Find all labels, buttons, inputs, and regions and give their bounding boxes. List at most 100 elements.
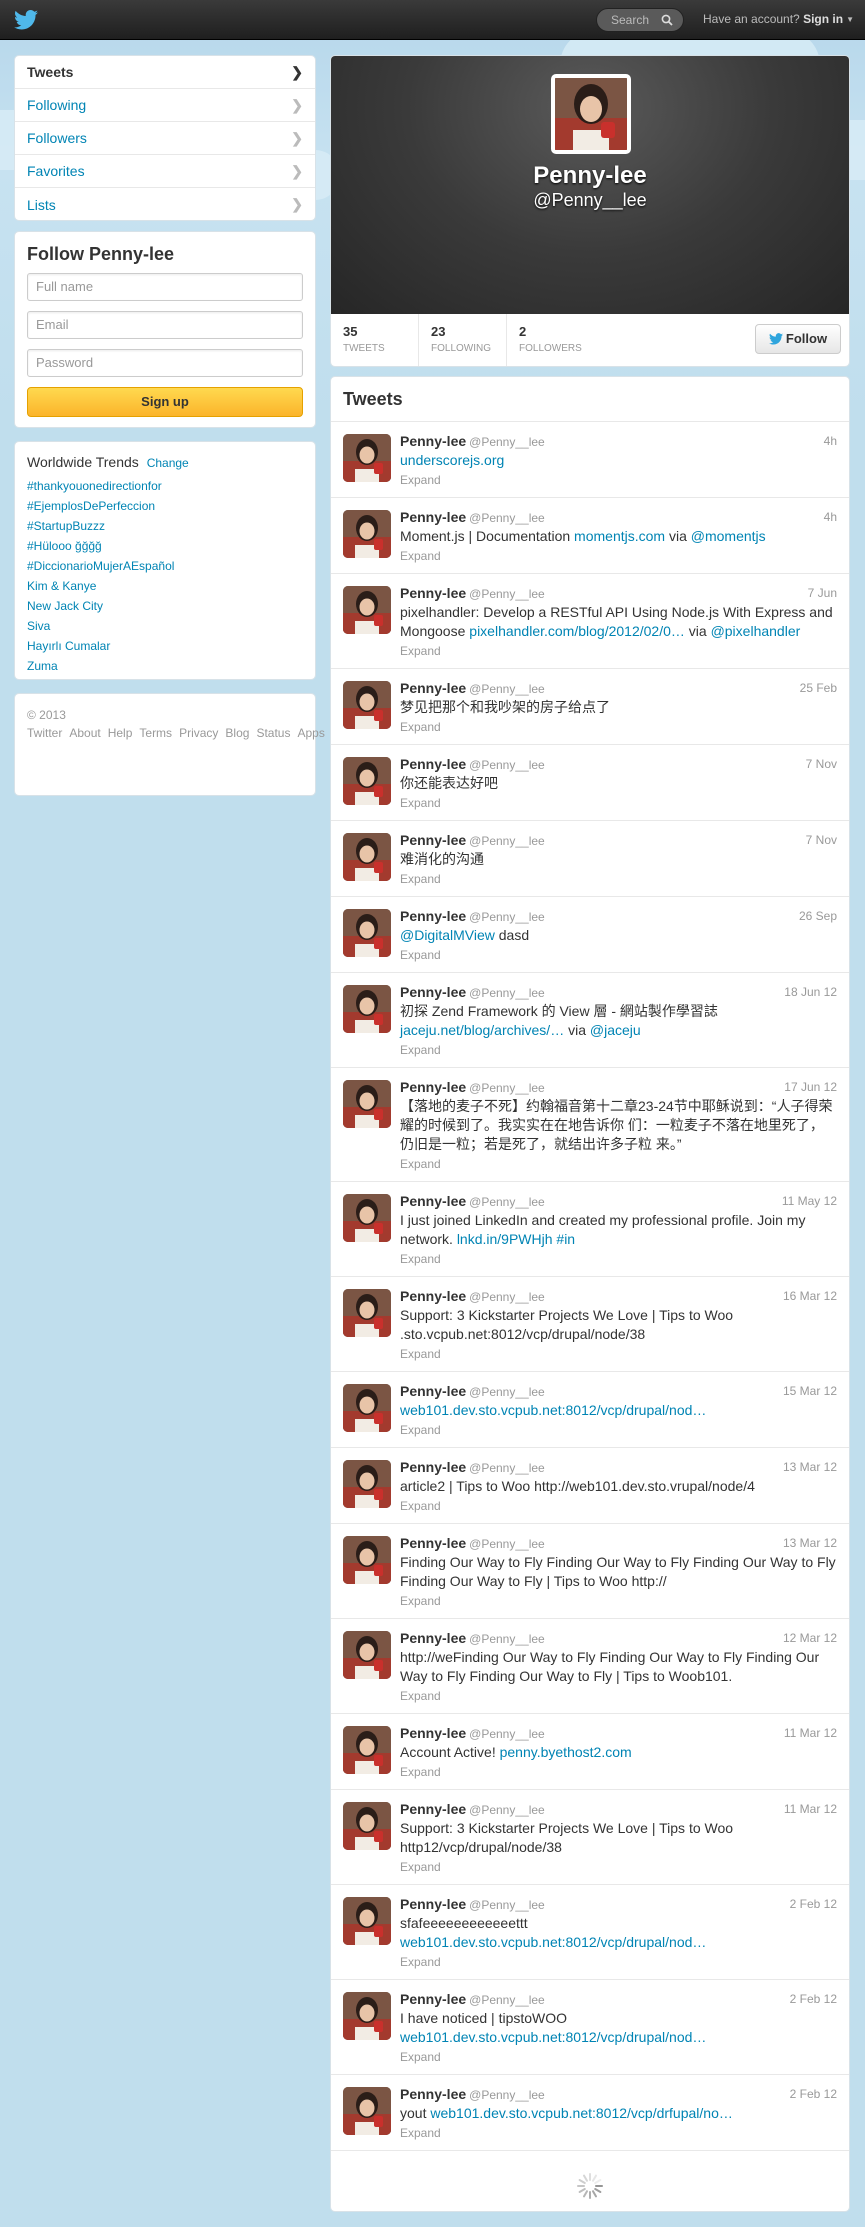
tweet-author-name[interactable]: Penny-lee <box>400 680 466 696</box>
tweet-expand-link[interactable]: Expand <box>400 1252 837 1266</box>
tweet-item[interactable]: Penny-lee @Penny__lee 2 Feb 12 sfafeeeeeeee… <box>331 1885 849 1980</box>
footer-link[interactable]: Apps <box>297 726 324 740</box>
tweet-timestamp[interactable]: 7 Nov <box>806 757 837 771</box>
tweet-expand-link[interactable]: Expand <box>400 1423 837 1437</box>
tweet-author-handle[interactable]: @Penny__lee <box>469 1727 545 1741</box>
tweet-item[interactable]: Penny-lee @Penny__lee 11 Mar 12 Account Act… <box>331 1714 849 1790</box>
tweet-timestamp[interactable]: 15 Mar 12 <box>783 1384 837 1398</box>
tweet-item[interactable]: Penny-lee @Penny__lee 2 Feb 12 I have notic… <box>331 1980 849 2075</box>
tweet-author-name[interactable]: Penny-lee <box>400 1383 466 1399</box>
tweet-timestamp[interactable]: 4h <box>824 510 837 524</box>
twitter-bird-icon[interactable] <box>14 9 38 31</box>
tweet-timestamp[interactable]: 16 Mar 12 <box>783 1289 837 1303</box>
tweet-author-handle[interactable]: @Penny__lee <box>469 682 545 696</box>
tweet-expand-link[interactable]: Expand <box>400 473 837 487</box>
tweet-expand-link[interactable]: Expand <box>400 1594 837 1608</box>
tweet-author-name[interactable]: Penny-lee <box>400 509 466 525</box>
tweet-timestamp[interactable]: 4h <box>824 434 837 448</box>
tweet-expand-link[interactable]: Expand <box>400 1955 837 1969</box>
tweet-link[interactable]: web101.dev.sto.vcpub.net:8012/vcp/drfupa… <box>430 2105 733 2121</box>
tweet-expand-link[interactable]: Expand <box>400 644 837 658</box>
sign-up-button[interactable]: Sign up <box>27 387 303 417</box>
avatar[interactable] <box>343 1897 391 1945</box>
tweet-item[interactable]: Penny-lee @Penny__lee 7 Nov 你还能表达好吧 Expand <box>331 745 849 821</box>
tweet-author-handle[interactable]: @Penny__lee <box>469 2088 545 2102</box>
tweet-author-name[interactable]: Penny-lee <box>400 433 466 449</box>
tweet-author-handle[interactable]: @Penny__lee <box>469 986 545 1000</box>
nav-item-following[interactable]: Following ❯ <box>15 89 315 122</box>
tweet-item[interactable]: Penny-lee @Penny__lee 18 Jun 12 初探 Zend Fra… <box>331 973 849 1068</box>
tweet-author-name[interactable]: Penny-lee <box>400 1193 466 1209</box>
tweet-author-handle[interactable]: @Penny__lee <box>469 587 545 601</box>
tweet-item[interactable]: Penny-lee @Penny__lee 16 Mar 12 Support: 3 … <box>331 1277 849 1372</box>
tweet-author-handle[interactable]: @Penny__lee <box>469 1461 545 1475</box>
tweet-author-handle[interactable]: @Penny__lee <box>469 1385 545 1399</box>
stat-tweets[interactable]: 35 TWEETS <box>331 314 419 366</box>
trend-link[interactable]: #StartupBuzzz <box>27 516 303 536</box>
avatar[interactable] <box>343 757 391 805</box>
tweet-timestamp[interactable]: 11 May 12 <box>782 1194 837 1208</box>
trend-link[interactable]: #DiccionarioMujerAEspañol <box>27 556 303 576</box>
avatar[interactable] <box>343 833 391 881</box>
tweet-timestamp[interactable]: 12 Mar 12 <box>783 1631 837 1645</box>
tweet-link[interactable]: @pixelhandler <box>711 623 801 639</box>
avatar[interactable] <box>343 681 391 729</box>
tweet-item[interactable]: Penny-lee @Penny__lee 17 Jun 12 【落地的麦子不死】约翰… <box>331 1068 849 1182</box>
nav-item-lists[interactable]: Lists ❯ <box>15 188 315 221</box>
trend-link[interactable]: Kim & Kanye <box>27 576 303 596</box>
search-input[interactable]: Search <box>596 8 684 32</box>
tweet-author-name[interactable]: Penny-lee <box>400 832 466 848</box>
tweet-author-name[interactable]: Penny-lee <box>400 1535 466 1551</box>
tweet-expand-link[interactable]: Expand <box>400 948 837 962</box>
tweet-timestamp[interactable]: 11 Mar 12 <box>784 1726 837 1740</box>
trends-change-link[interactable]: Change <box>147 456 189 470</box>
tweet-author-handle[interactable]: @Penny__lee <box>469 910 545 924</box>
profile-avatar[interactable] <box>551 74 631 154</box>
footer-link[interactable]: About <box>69 726 100 740</box>
avatar[interactable] <box>343 1536 391 1584</box>
avatar[interactable] <box>343 434 391 482</box>
tweet-author-handle[interactable]: @Penny__lee <box>469 1898 545 1912</box>
tweet-expand-link[interactable]: Expand <box>400 796 837 810</box>
chevron-down-icon[interactable]: ▼ <box>846 15 854 24</box>
tweet-author-handle[interactable]: @Penny__lee <box>469 834 545 848</box>
tweet-item[interactable]: Penny-lee @Penny__lee 4h underscorejs.org Ex… <box>331 422 849 498</box>
tweet-link[interactable]: @DigitalMView <box>400 927 495 943</box>
tweet-timestamp[interactable]: 13 Mar 12 <box>783 1460 837 1474</box>
tweet-author-handle[interactable]: @Penny__lee <box>469 1803 545 1817</box>
tweet-expand-link[interactable]: Expand <box>400 1499 837 1513</box>
tweet-link[interactable]: web101.dev.sto.vcpub.net:8012/vcp/drupal… <box>400 2029 706 2045</box>
trend-link[interactable]: #Hülooo ğğğğ <box>27 536 303 556</box>
avatar[interactable] <box>343 1726 391 1774</box>
tweet-item[interactable]: Penny-lee @Penny__lee 26 Sep @DigitalMView … <box>331 897 849 973</box>
tweet-item[interactable]: Penny-lee @Penny__lee 13 Mar 12 article2 | … <box>331 1448 849 1524</box>
tweet-author-name[interactable]: Penny-lee <box>400 1459 466 1475</box>
tweet-expand-link[interactable]: Expand <box>400 872 837 886</box>
tweet-author-handle[interactable]: @Penny__lee <box>469 1081 545 1095</box>
footer-link[interactable]: Blog <box>225 726 249 740</box>
footer-link[interactable]: Help <box>108 726 133 740</box>
tweet-item[interactable]: Penny-lee @Penny__lee 11 May 12 I just join… <box>331 1182 849 1277</box>
tweet-expand-link[interactable]: Expand <box>400 2050 837 2064</box>
tweet-author-name[interactable]: Penny-lee <box>400 585 466 601</box>
search-icon[interactable] <box>661 14 673 26</box>
tweet-author-name[interactable]: Penny-lee <box>400 1896 466 1912</box>
tweet-item[interactable]: Penny-lee @Penny__lee 11 Mar 12 Support: 3 … <box>331 1790 849 1885</box>
avatar[interactable] <box>343 985 391 1033</box>
tweet-author-name[interactable]: Penny-lee <box>400 756 466 772</box>
nav-item-tweets[interactable]: Tweets ❯ <box>15 56 315 89</box>
email-field[interactable]: Email <box>27 311 303 339</box>
tweet-author-name[interactable]: Penny-lee <box>400 1630 466 1646</box>
tweet-author-handle[interactable]: @Penny__lee <box>469 435 545 449</box>
tweet-link[interactable]: #in <box>556 1231 575 1247</box>
tweet-author-name[interactable]: Penny-lee <box>400 1991 466 2007</box>
tweet-timestamp[interactable]: 18 Jun 12 <box>784 985 837 999</box>
tweet-link[interactable]: pixelhandler.com/blog/2012/02/0… <box>469 623 685 639</box>
avatar[interactable] <box>343 1289 391 1337</box>
sign-in-link[interactable]: Sign in <box>803 12 843 26</box>
tweet-author-name[interactable]: Penny-lee <box>400 1288 466 1304</box>
tweet-author-handle[interactable]: @Penny__lee <box>469 758 545 772</box>
tweet-item[interactable]: Penny-lee @Penny__lee 2 Feb 12 yout web101.… <box>331 2075 849 2151</box>
tweet-expand-link[interactable]: Expand <box>400 1689 837 1703</box>
tweet-link[interactable]: web101.dev.sto.vcpub.net:8012/vcp/drupal… <box>400 1934 706 1950</box>
